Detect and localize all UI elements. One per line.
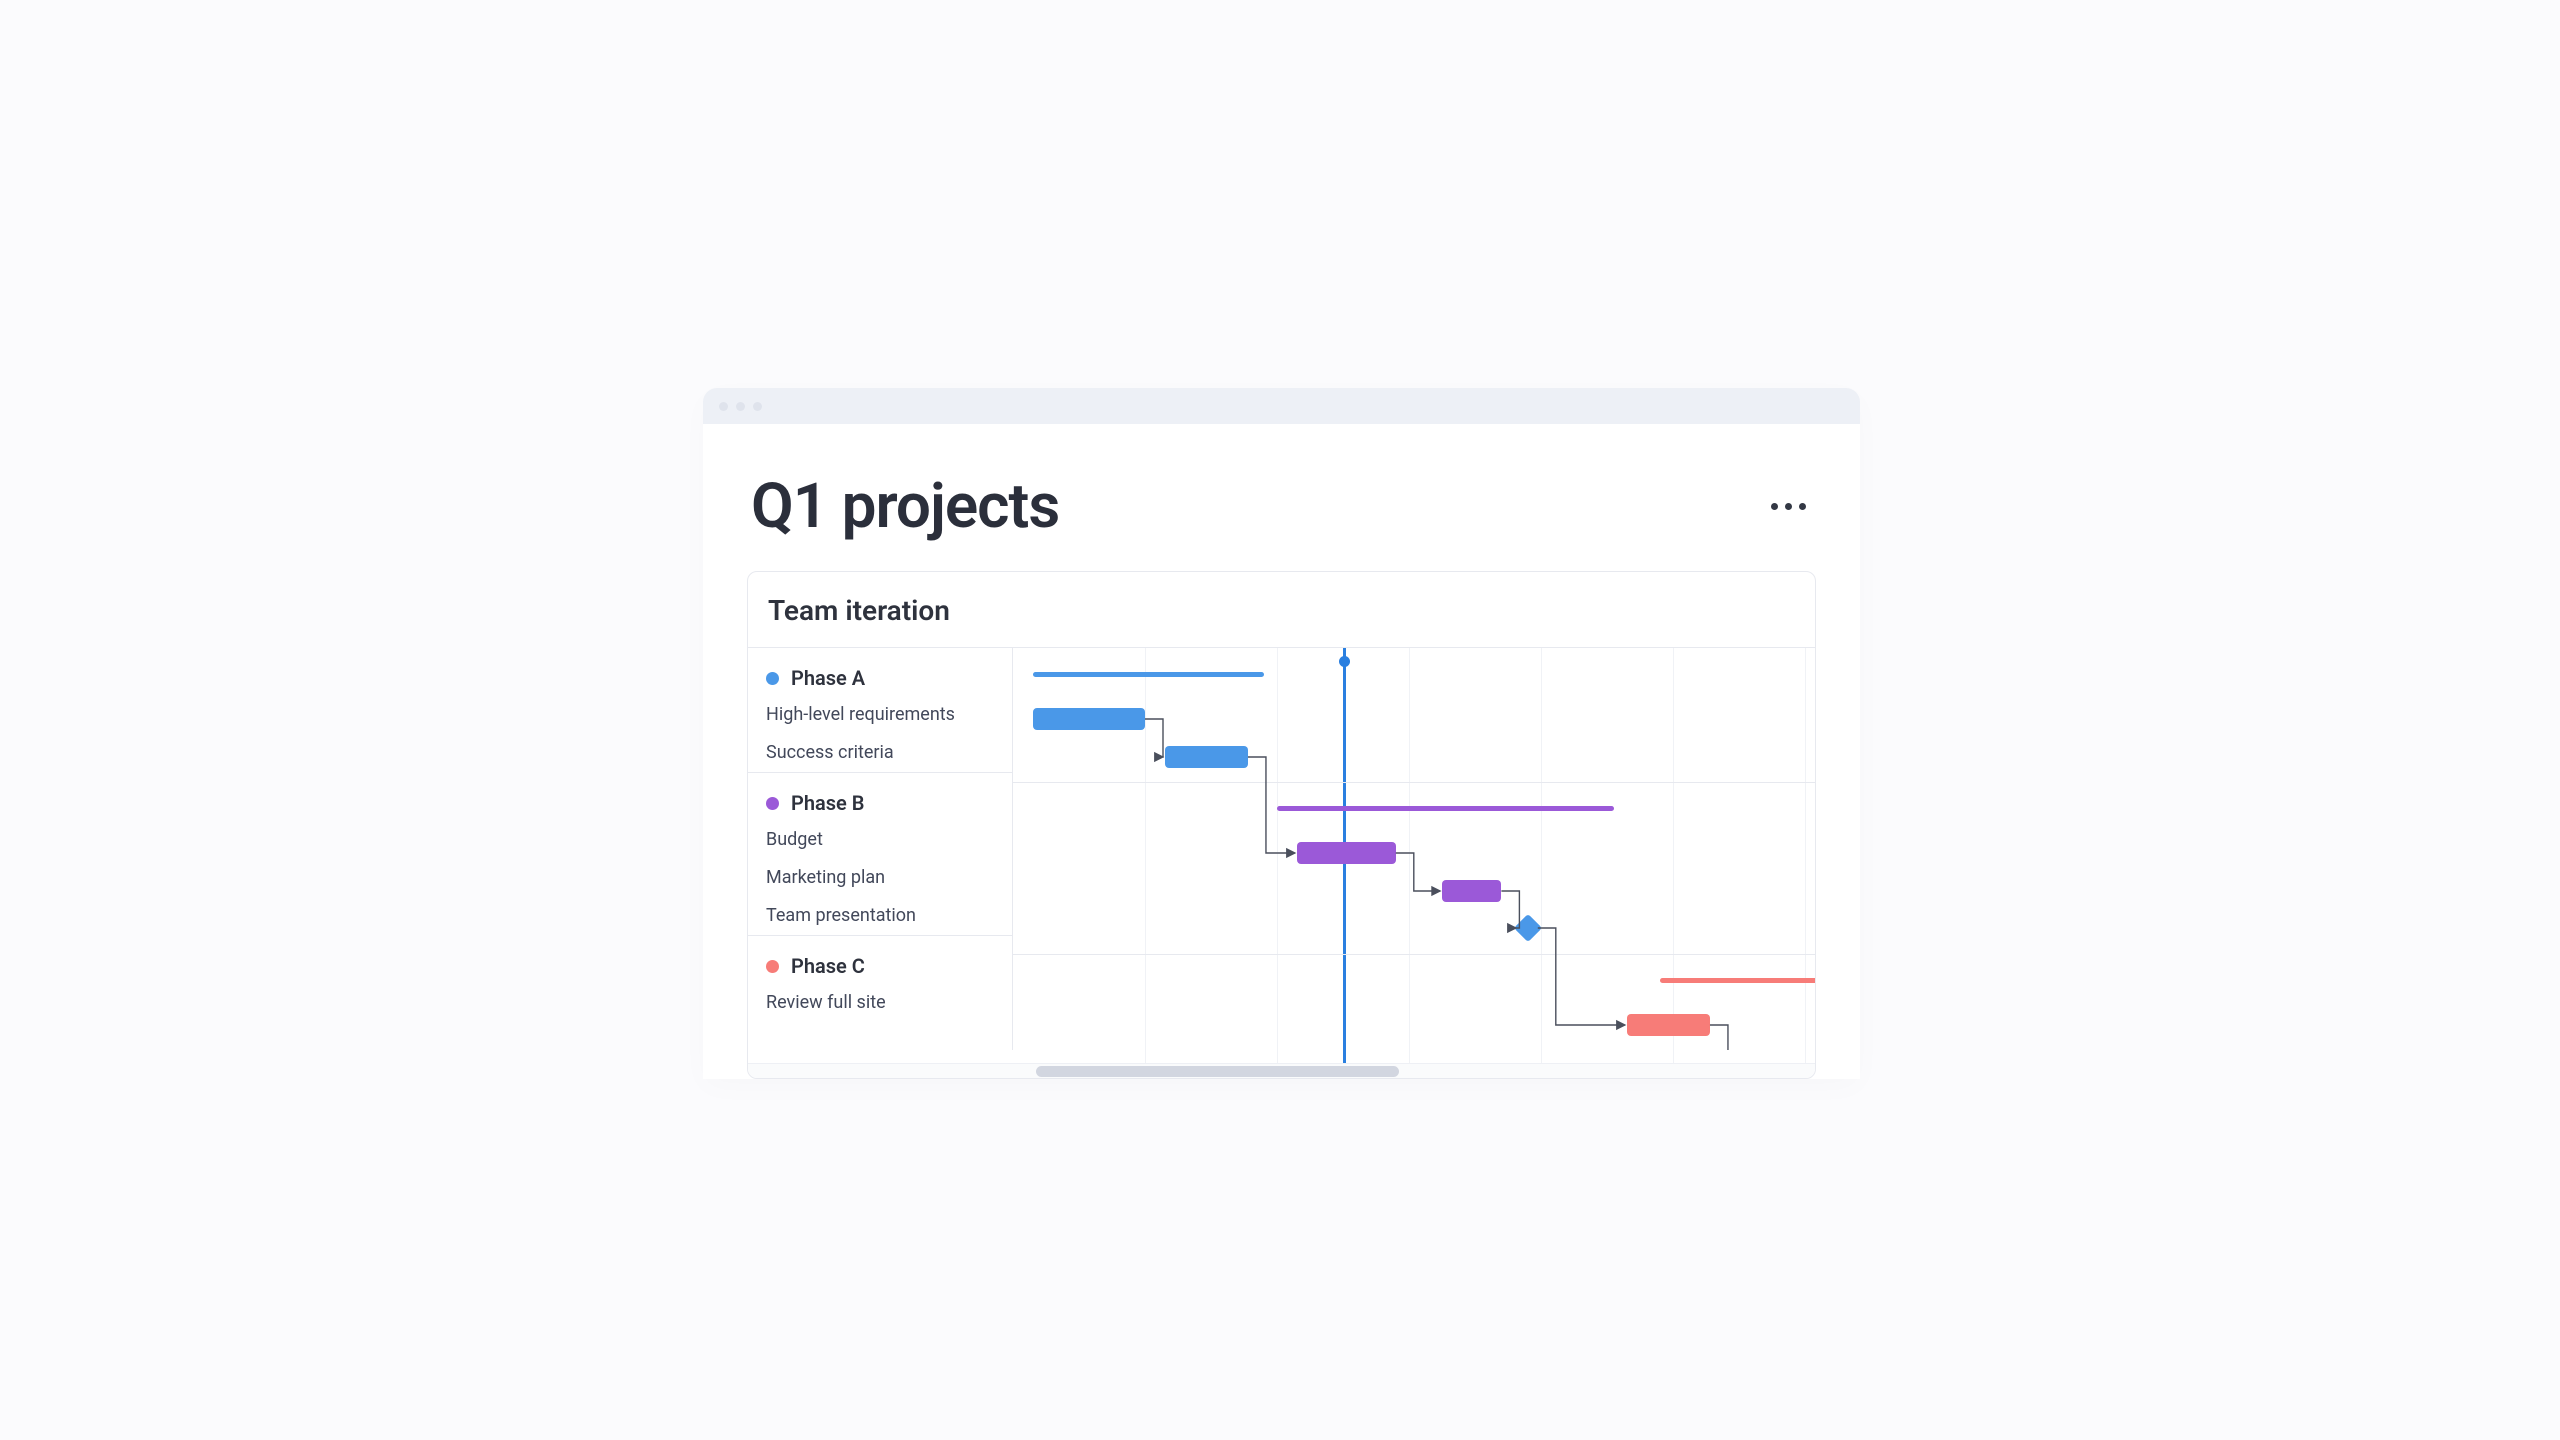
card-title: Team iteration [748,572,1815,648]
gantt-timeline[interactable] [1013,648,1815,1063]
traffic-light-zoom-icon[interactable] [753,402,762,411]
scrollbar-thumb[interactable] [1036,1066,1399,1077]
gantt-card: Team iteration Phase A High-level require… [747,571,1816,1079]
app-window: Q1 projects Team iteration Phase A High-l… [703,388,1860,1079]
phase-label: Phase A [791,666,865,690]
task-label[interactable]: Budget [748,821,1012,859]
task-label[interactable]: Team presentation [748,897,1012,935]
phase-color-dot-icon [766,797,779,810]
dependency-connectors [1013,648,1815,1050]
task-label[interactable]: Success criteria [748,734,1012,772]
phase-header-b[interactable]: Phase B [748,772,1012,821]
ellipsis-icon [1799,503,1806,510]
more-options-button[interactable] [1771,503,1812,510]
phase-label: Phase B [791,791,864,815]
gantt-task-list: Phase A High-level requirementsSuccess cr… [748,648,1013,1050]
traffic-light-minimize-icon[interactable] [736,402,745,411]
ellipsis-icon [1771,503,1778,510]
gantt-chart: Phase A High-level requirementsSuccess cr… [748,648,1815,1063]
window-titlebar [703,388,1860,424]
phase-color-dot-icon [766,672,779,685]
traffic-light-close-icon[interactable] [719,402,728,411]
task-label[interactable]: Marketing plan [748,859,1012,897]
page-title: Q1 projects [751,470,1059,543]
task-label[interactable]: High-level requirements [748,696,1012,734]
phase-label: Phase C [791,954,865,978]
task-label[interactable]: Review full site [748,984,1012,1022]
phase-header-c[interactable]: Phase C [748,935,1012,984]
page-header: Q1 projects [703,424,1860,571]
phase-color-dot-icon [766,960,779,973]
ellipsis-icon [1785,503,1792,510]
phase-header-a[interactable]: Phase A [748,648,1012,696]
horizontal-scrollbar[interactable] [748,1063,1815,1078]
